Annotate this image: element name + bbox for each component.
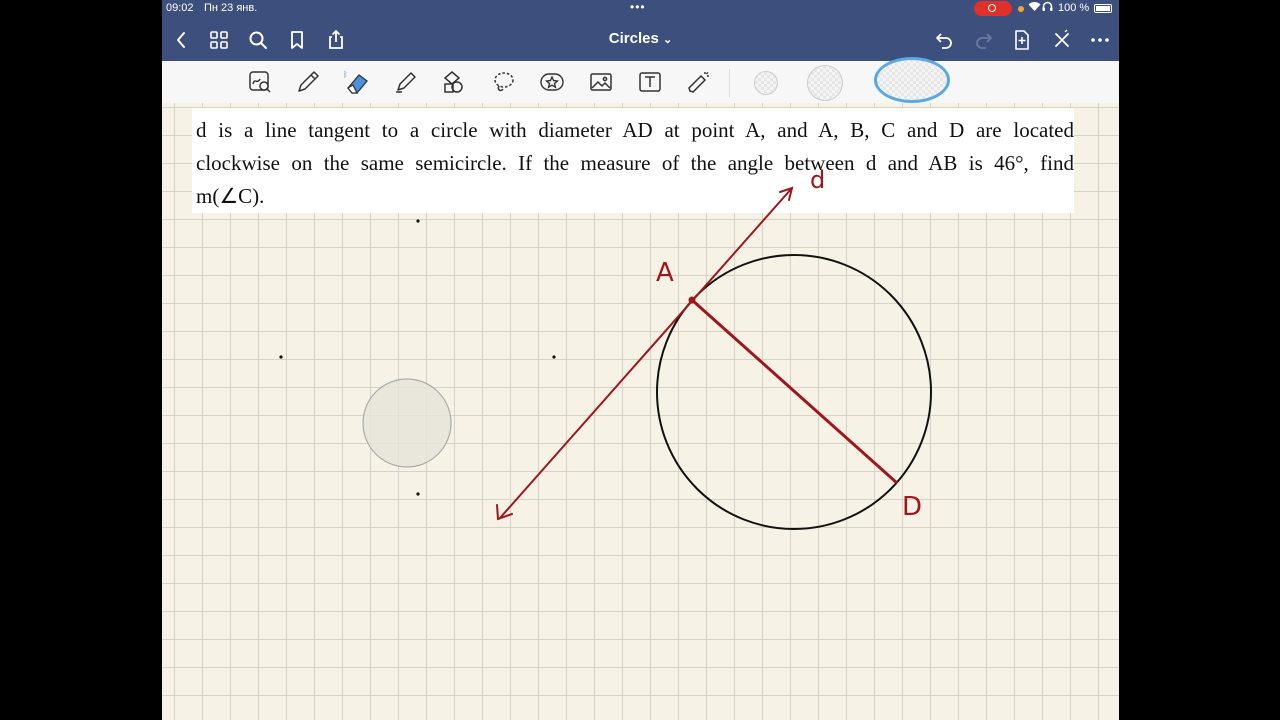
tangent-line-d [499, 187, 793, 519]
handle-dot-right [552, 355, 556, 359]
label-d-point: D [902, 492, 922, 522]
diameter-ad [691, 298, 898, 485]
handle-dot-left [279, 355, 283, 359]
point-a [688, 296, 696, 304]
label-d-line: d [810, 166, 825, 194]
eraser-cursor [362, 378, 452, 468]
label-a: A [656, 258, 674, 288]
handle-dot-bottom [416, 492, 420, 496]
handle-dot-top [416, 219, 420, 223]
handwritten-drawing[interactable]: A D d [162, 0, 1119, 720]
ipad-screen: 09:02 Пн 23 янв. ••• 100 % Circles ⌄ ᛒ d… [162, 0, 1119, 720]
